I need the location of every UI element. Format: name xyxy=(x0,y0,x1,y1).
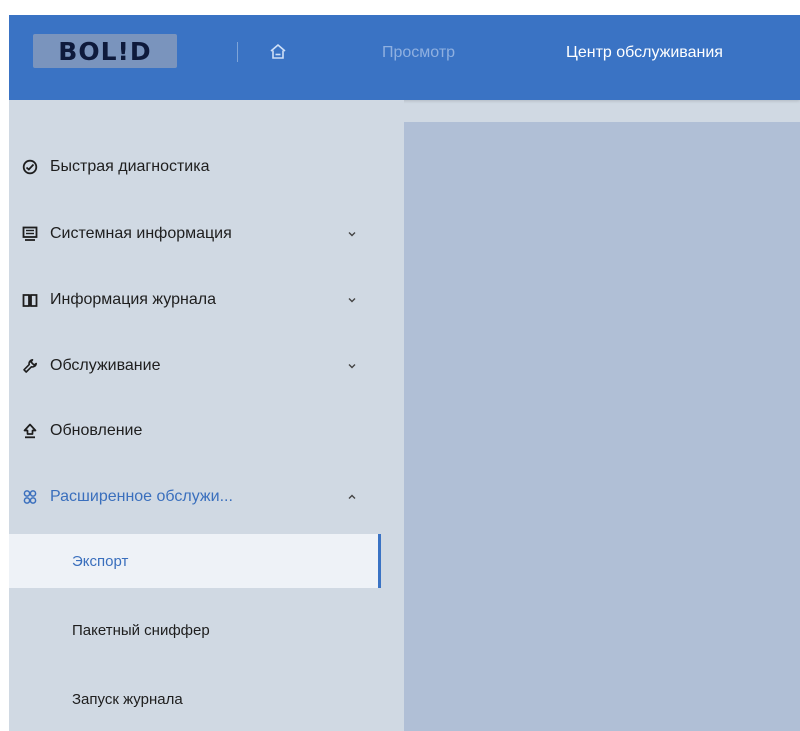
home-icon xyxy=(270,44,286,59)
book-icon xyxy=(21,291,39,309)
sidebar-subitem-label: Запуск журнала xyxy=(72,690,183,708)
chevron-up-icon[interactable] xyxy=(345,490,359,504)
sidebar-item-advanced-maintenance[interactable]: Расширенное обслужи... xyxy=(9,477,381,517)
nav-view[interactable]: Просмотр xyxy=(382,41,455,65)
top-bar: BOL!D Просмотр Центр обслуживания xyxy=(9,15,800,100)
sidebar-item-system-info[interactable]: Системная информация xyxy=(9,214,381,254)
app-window: BOL!D Просмотр Центр обслуживания Быстра… xyxy=(9,15,800,731)
header-divider xyxy=(237,42,238,62)
sidebar-item-label: Системная информация xyxy=(50,225,232,242)
selected-indicator xyxy=(378,534,381,588)
monitor-icon xyxy=(21,225,39,243)
diagnostics-icon xyxy=(21,158,39,176)
advanced-maintenance-icon xyxy=(21,488,39,506)
sidebar-item-label: Расширенное обслужи... xyxy=(50,488,233,505)
sidebar-subitem-packet-sniffer[interactable]: Пакетный сниффер xyxy=(9,603,381,657)
nav-service-center[interactable]: Центр обслуживания xyxy=(566,41,723,65)
chevron-down-icon[interactable] xyxy=(345,359,359,373)
sidebar-item-label: Обслуживание xyxy=(50,357,161,374)
home-button[interactable] xyxy=(264,38,292,66)
bolid-logo[interactable]: BOL!D xyxy=(33,34,177,68)
upload-icon xyxy=(21,422,39,440)
logo-text: BOL!D xyxy=(58,36,152,66)
wrench-icon xyxy=(21,357,39,375)
sidebar: Быстрая диагностика Системная информация xyxy=(9,100,404,731)
sidebar-subitem-label: Экспорт xyxy=(72,552,129,570)
sidebar-item-update[interactable]: Обновление xyxy=(9,411,381,451)
sidebar-item-label: Информация журнала xyxy=(50,291,216,308)
sidebar-subitem-export[interactable]: Экспорт xyxy=(9,534,381,588)
sidebar-item-label: Обновление xyxy=(50,422,143,439)
chevron-down-icon[interactable] xyxy=(345,227,359,241)
sidebar-item-label: Быстрая диагностика xyxy=(50,158,210,175)
sidebar-item-log-info[interactable]: Информация журнала xyxy=(9,280,381,320)
sidebar-item-quick-diagnostics[interactable]: Быстрая диагностика xyxy=(9,147,381,187)
sidebar-subitem-label: Пакетный сниффер xyxy=(72,621,210,639)
sidebar-subitem-log-start[interactable]: Запуск журнала xyxy=(9,672,381,726)
main-content-area xyxy=(404,122,800,731)
sidebar-item-maintenance[interactable]: Обслуживание xyxy=(9,346,381,386)
chevron-down-icon[interactable] xyxy=(345,293,359,307)
